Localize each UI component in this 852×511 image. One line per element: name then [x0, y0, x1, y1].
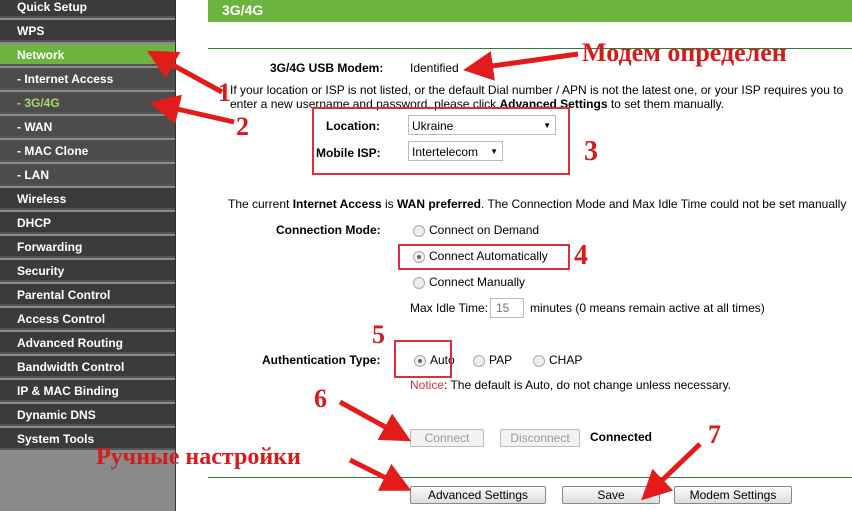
arrow-icon — [641, 442, 702, 501]
arrow-icon — [146, 50, 224, 95]
annotation-arrows — [146, 50, 702, 501]
arrow-icon — [149, 94, 235, 125]
arrow-icon — [338, 399, 412, 442]
arrow-icon — [348, 457, 412, 491]
arrow-icon — [463, 51, 579, 81]
